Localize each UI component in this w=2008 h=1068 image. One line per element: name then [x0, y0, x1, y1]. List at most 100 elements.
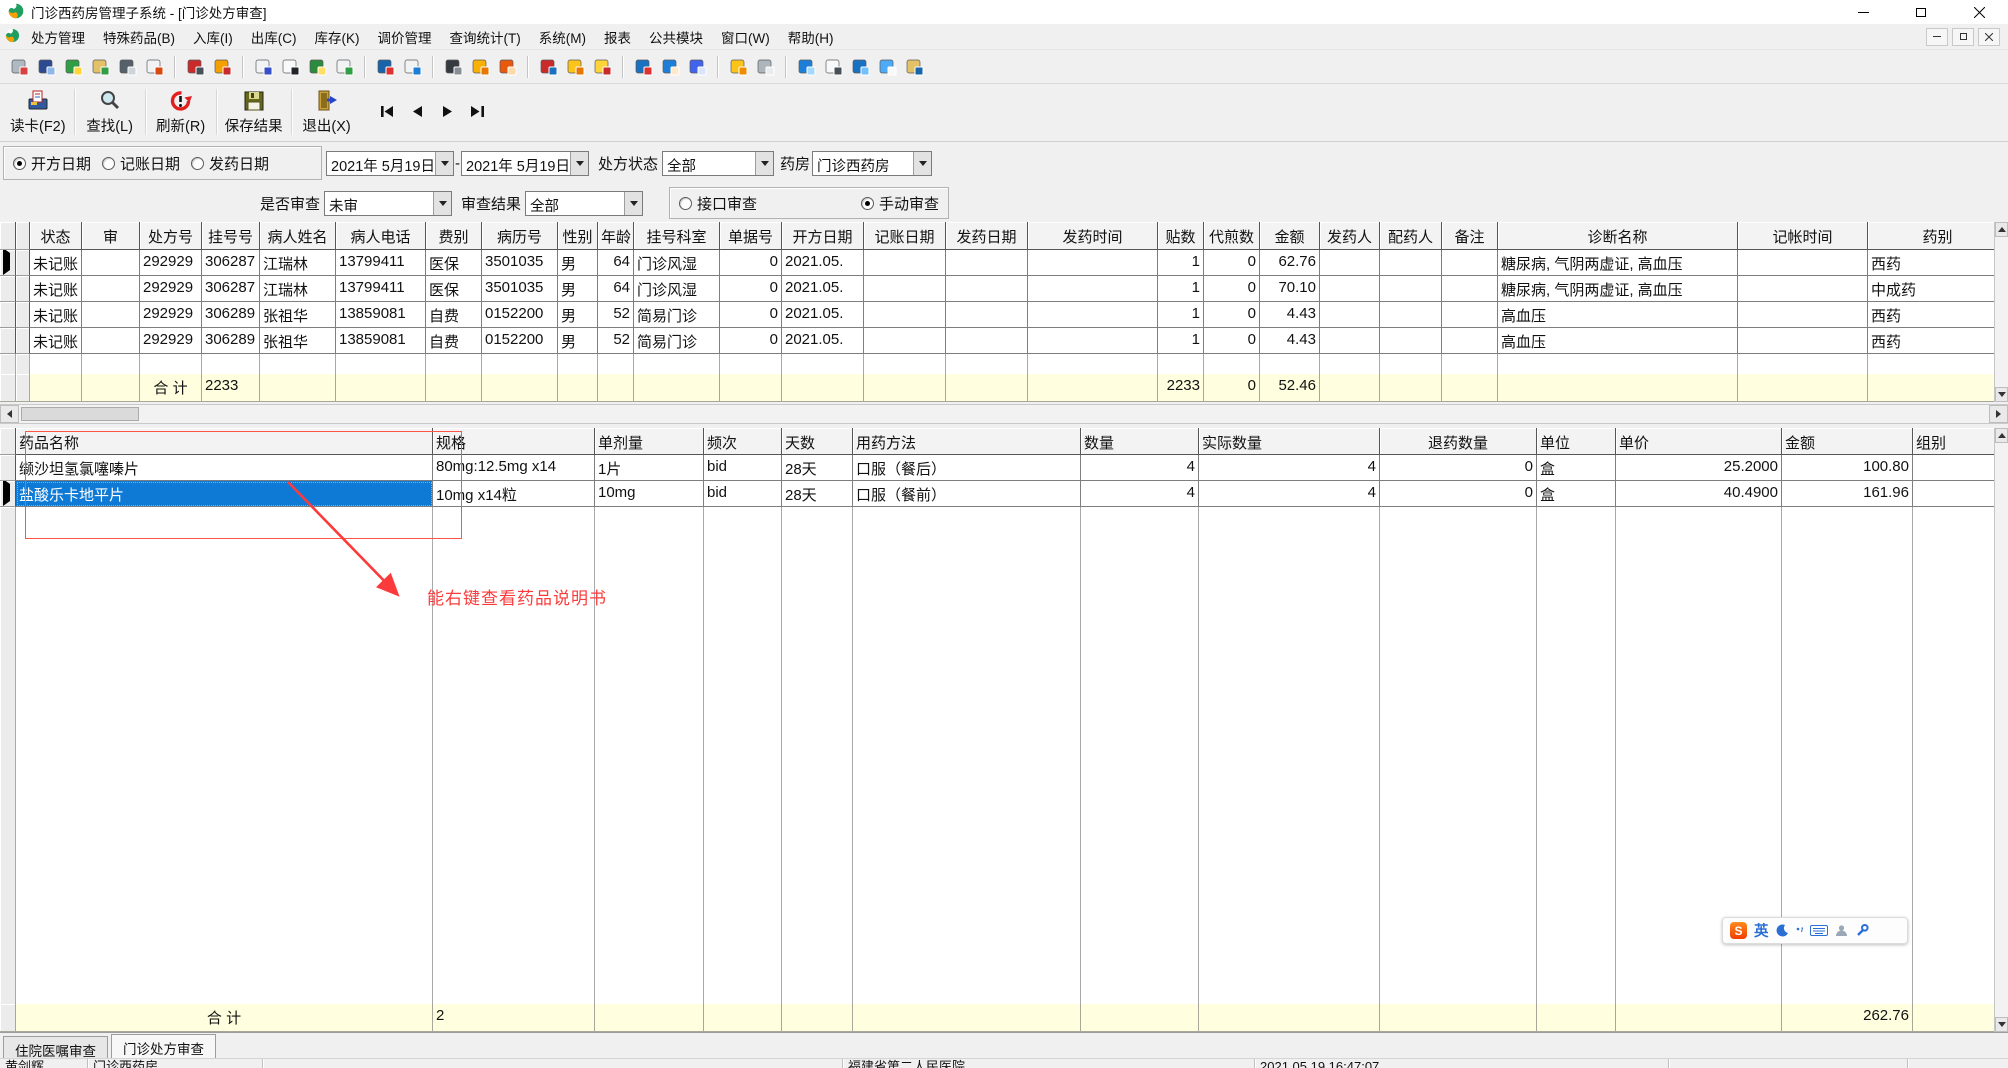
- data-row[interactable]: 未记账 292929 306289 张祖华 13859081 自费 0152200 男 52 简易…: [0, 302, 2008, 328]
- mdi-minimize-button[interactable]: [1926, 27, 1948, 46]
- toolbar-schedule-icon[interactable]: [685, 54, 710, 79]
- toolbar-preview-icon[interactable]: [34, 54, 59, 79]
- data-row[interactable]: 盐酸乐卡地平片 10mg x14粒 10mg bid 28天 口服（餐前） 4 4 0 盒 40.4…: [0, 481, 2008, 507]
- toolbar-folder-icon[interactable]: [726, 54, 751, 79]
- review-mode-radio-1[interactable]: 手动审查: [861, 193, 939, 214]
- column-header[interactable]: 单据号: [720, 222, 782, 250]
- sogou-logo-icon[interactable]: S: [1730, 922, 1747, 939]
- column-header[interactable]: 单位: [1537, 428, 1616, 455]
- menu-item-10[interactable]: 窗口(W): [712, 23, 779, 51]
- column-header[interactable]: 开方日期: [782, 222, 864, 250]
- toolbar-patient-doc-icon[interactable]: [305, 54, 330, 79]
- column-header[interactable]: 单剂量: [595, 428, 704, 455]
- toolbar-report-icon[interactable]: [821, 54, 846, 79]
- toolbar-coins-icon[interactable]: [563, 54, 588, 79]
- toolbar-staff-icon[interactable]: [536, 54, 561, 79]
- column-header[interactable]: 药别: [1868, 222, 2008, 250]
- toolbar-zoom-icon[interactable]: [794, 54, 819, 79]
- read-card-button[interactable]: 读卡(F2): [4, 87, 72, 137]
- prev-record-button[interactable]: [406, 100, 430, 122]
- column-header[interactable]: 审: [82, 222, 140, 250]
- ime-language-toggle[interactable]: 英: [1754, 920, 1769, 941]
- column-header[interactable]: 病人电话: [336, 222, 426, 250]
- punctuation-icon[interactable]: [1796, 925, 1803, 937]
- column-header[interactable]: 实际数量: [1199, 428, 1380, 455]
- date-to-dropdown-button[interactable]: [570, 151, 588, 175]
- toolbar-confirm-doc-icon[interactable]: [278, 54, 303, 79]
- toolbar-exit-app-icon[interactable]: [902, 54, 927, 79]
- tab-inpatient-order-review[interactable]: 住院医嘱审查: [3, 1036, 108, 1059]
- toolbar-cash-icon[interactable]: [590, 54, 615, 79]
- column-header[interactable]: 挂号号: [202, 222, 260, 250]
- drug-grid-vscrollbar[interactable]: [1994, 428, 2008, 1032]
- toolbar-copy-doc-icon[interactable]: [875, 54, 900, 79]
- column-header[interactable]: 规格: [433, 428, 595, 455]
- date-from-dropdown-button[interactable]: [435, 151, 453, 175]
- horizontal-scrollbar[interactable]: [0, 404, 2008, 424]
- menu-item-2[interactable]: 入库(I): [184, 23, 242, 51]
- last-record-button[interactable]: [466, 100, 490, 122]
- column-header[interactable]: 年龄: [598, 222, 634, 250]
- column-header[interactable]: 诊断名称: [1498, 222, 1738, 250]
- main-grid-vscrollbar[interactable]: [1994, 222, 2008, 402]
- date-type-radio-0[interactable]: 开方日期: [13, 153, 91, 174]
- date-type-radio-2[interactable]: 发药日期: [191, 153, 269, 174]
- column-header[interactable]: 退药数量: [1380, 428, 1537, 455]
- toolbar-edit-doc-icon[interactable]: [251, 54, 276, 79]
- scroll-down-button[interactable]: [1995, 387, 2008, 402]
- keyboard-icon[interactable]: [1809, 924, 1828, 937]
- date-type-radio-1[interactable]: 记账日期: [102, 153, 180, 174]
- scroll-down-button[interactable]: [1995, 1017, 2008, 1032]
- column-header[interactable]: 性别: [558, 222, 598, 250]
- tab-outpatient-prescription-review[interactable]: 门诊处方审查: [111, 1034, 216, 1058]
- toolbar-grid-sheet-icon[interactable]: [441, 54, 466, 79]
- mdi-restore-button[interactable]: [1952, 27, 1974, 46]
- column-header[interactable]: 贴数: [1158, 222, 1204, 250]
- column-header[interactable]: 金额: [1260, 222, 1320, 250]
- refresh-button[interactable]: 刷新(R): [148, 87, 214, 137]
- menu-item-5[interactable]: 调价管理: [369, 23, 441, 51]
- column-header[interactable]: 备注: [1442, 222, 1498, 250]
- toolbar-alert-bell-icon[interactable]: [468, 54, 493, 79]
- scroll-left-button[interactable]: [0, 405, 19, 423]
- column-header[interactable]: 费别: [426, 222, 482, 250]
- menu-item-9[interactable]: 公共模块: [640, 23, 712, 51]
- scroll-up-button[interactable]: [1995, 222, 2008, 237]
- first-record-button[interactable]: [376, 100, 400, 122]
- wrench-icon[interactable]: [1855, 924, 1869, 937]
- toolbar-package-icon[interactable]: [495, 54, 520, 79]
- date-from-picker[interactable]: 2021年 5月19日: [326, 150, 454, 176]
- pharmacy-dropdown-button[interactable]: [913, 151, 932, 175]
- toolbar-save-audit-icon[interactable]: [61, 54, 86, 79]
- toolbar-audit-doc-icon[interactable]: [142, 54, 167, 79]
- column-header[interactable]: 处方号: [140, 222, 202, 250]
- column-header[interactable]: 病历号: [482, 222, 558, 250]
- menu-item-1[interactable]: 特殊药品(B): [94, 23, 184, 51]
- toolbar-cart-add-icon[interactable]: [210, 54, 235, 79]
- menu-item-11[interactable]: 帮助(H): [779, 23, 843, 51]
- toolbar-print-icon[interactable]: [7, 54, 32, 79]
- column-header[interactable]: 挂号科室: [634, 222, 720, 250]
- scroll-up-button[interactable]: [1995, 428, 2008, 443]
- toolbar-person-icon[interactable]: [658, 54, 683, 79]
- column-header[interactable]: 天数: [782, 428, 853, 455]
- toolbar-monitors-icon[interactable]: [848, 54, 873, 79]
- toolbar-cart-remove-icon[interactable]: [183, 54, 208, 79]
- find-button[interactable]: 查找(L): [77, 87, 143, 137]
- toolbar-badge-icon[interactable]: [631, 54, 656, 79]
- data-row[interactable]: 未记账 292929 306289 张祖华 13859081 自费 0152200 男 52 简易…: [0, 328, 2008, 354]
- pharmacy-select[interactable]: 门诊西药房: [812, 150, 933, 176]
- data-row[interactable]: 未记账 292929 306287 江瑞林 13799411 医保 3501035 男 64 门诊…: [0, 250, 2008, 276]
- toolbar-binoculars-icon[interactable]: [115, 54, 140, 79]
- column-header[interactable]: 用药方法: [853, 428, 1081, 455]
- menu-item-8[interactable]: 报表: [595, 23, 640, 51]
- exit-button[interactable]: 退出(X): [294, 87, 360, 137]
- minimize-button[interactable]: [1834, 0, 1892, 24]
- moon-icon[interactable]: [1776, 923, 1789, 938]
- column-header[interactable]: 配药人: [1380, 222, 1442, 250]
- column-header[interactable]: 单价: [1616, 428, 1782, 455]
- column-header[interactable]: 记账日期: [864, 222, 946, 250]
- maximize-button[interactable]: [1892, 0, 1950, 24]
- menu-item-4[interactable]: 库存(K): [306, 23, 369, 51]
- menu-item-0[interactable]: 处方管理: [22, 23, 94, 51]
